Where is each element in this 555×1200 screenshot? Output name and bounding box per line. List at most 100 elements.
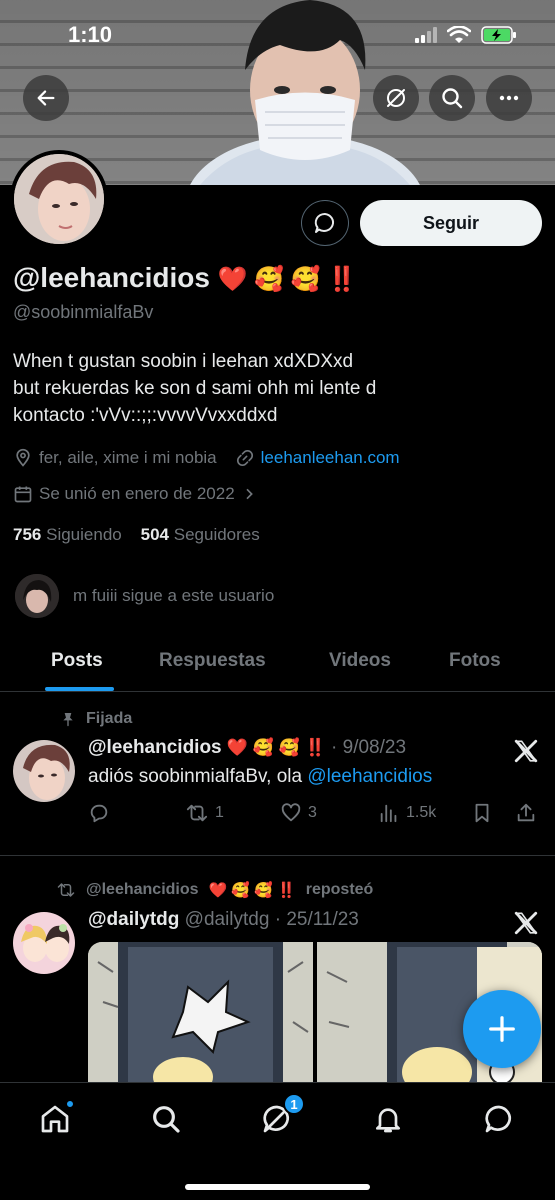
battery-charging-icon <box>481 26 516 44</box>
views-button[interactable]: 1.5k <box>378 802 436 824</box>
followers-count: 504 <box>140 525 170 544</box>
repost-icon <box>186 804 208 822</box>
more-button[interactable] <box>486 75 532 121</box>
follow-counts: 756 Siguiendo 504 Seguidores <box>13 525 260 545</box>
more-icon <box>499 95 519 101</box>
nav-grok[interactable]: 1 <box>259 1093 305 1137</box>
bookmark-button[interactable] <box>471 802 493 824</box>
followed-by-text: m fuiii sigue a este usuario <box>73 586 275 605</box>
post-author-name[interactable]: @dailytdg <box>88 909 179 930</box>
profile-bio: When t gustan soobin i leehan xdXDXxd bu… <box>13 348 533 429</box>
link-icon <box>236 449 253 467</box>
post-author-avatar[interactable] <box>13 912 75 974</box>
compose-button[interactable] <box>463 990 541 1068</box>
pin-icon <box>63 713 73 727</box>
lens-off-icon <box>387 89 405 107</box>
post-divider <box>0 855 555 856</box>
profile-location: fer, aile, xime i mi nobia <box>39 448 217 467</box>
message-button[interactable] <box>301 200 349 246</box>
profile-handle: @soobinmialfaBv <box>13 302 154 322</box>
profile-display-name: @leehancidios ❤️ 🥰 🥰 ‼️ <box>13 262 357 294</box>
pinned-label: Fijada <box>60 710 132 728</box>
search-button[interactable] <box>429 75 475 121</box>
repost-icon <box>57 883 75 897</box>
follow-button[interactable]: Seguir <box>360 200 542 246</box>
nav-notifications[interactable] <box>370 1101 406 1137</box>
like-button[interactable]: 3 <box>280 802 317 824</box>
media-image[interactable] <box>88 942 313 1082</box>
heart-icon <box>281 803 301 822</box>
nav-messages[interactable] <box>481 1101 517 1137</box>
active-tab-indicator <box>45 687 114 691</box>
joined-date: Se unió en enero de 2022 <box>39 484 235 503</box>
post-author-avatar[interactable] <box>13 740 75 802</box>
profile-website-link[interactable]: leehanleehan.com <box>261 448 400 468</box>
grok-button[interactable] <box>373 75 419 121</box>
display-name-text: @leehancidios <box>13 262 210 293</box>
arrow-left-icon <box>37 90 55 106</box>
display-name-emoji: ❤️ 🥰 🥰 ‼️ <box>217 266 358 293</box>
tab-photos[interactable]: Fotos <box>449 650 501 672</box>
message-bubble-icon <box>314 212 334 233</box>
following-label: Siguiendo <box>46 525 122 544</box>
post-author-emoji: ❤️ 🥰 🥰 ‼️ <box>226 738 326 757</box>
like-count: 3 <box>308 804 317 821</box>
share-button[interactable] <box>515 802 537 824</box>
post-mention-link[interactable]: @leehancidios <box>307 766 432 787</box>
chevron-right-icon <box>246 488 253 500</box>
repost-user-emoji: ❤️ 🥰 🥰 ‼️ <box>208 882 296 899</box>
followers-label: Seguidores <box>173 525 260 544</box>
post-body: adiós soobinmialfaBv, ola <box>88 766 308 787</box>
repost-count: 1 <box>215 804 224 821</box>
bell-icon <box>376 1108 400 1133</box>
tab-videos[interactable]: Videos <box>329 650 391 672</box>
search-icon <box>442 88 463 109</box>
profile-tabs: Posts Respuestas Videos Fotos <box>0 636 555 692</box>
x-logo-icon <box>514 739 538 763</box>
nav-search[interactable] <box>148 1101 184 1137</box>
home-indicator <box>185 1184 370 1190</box>
follower-avatar <box>15 574 59 618</box>
location-pin-icon <box>16 448 30 467</box>
back-button[interactable] <box>23 75 69 121</box>
repost-suffix: reposteó <box>305 881 374 898</box>
share-icon <box>517 803 535 822</box>
following-link[interactable]: 756 Siguiendo <box>13 525 122 544</box>
post-text: adiós soobinmialfaBv, ola @leehancidios <box>88 766 432 788</box>
plus-icon <box>489 1016 515 1042</box>
post-handle-date: @dailytdg · 25/11/23 <box>184 909 359 930</box>
bio-line: kontacto :'vVv::;;:vvvvVvxxddxd <box>13 405 278 426</box>
post-header: @leehancidios ❤️ 🥰 🥰 ‼️ · 9/08/23 <box>88 737 406 759</box>
repost-button[interactable]: 1 <box>185 802 224 824</box>
search-icon <box>153 1106 180 1133</box>
tab-posts[interactable]: Posts <box>51 650 103 672</box>
home-notification-dot <box>65 1099 75 1109</box>
bookmark-icon <box>475 803 489 823</box>
post-actions: 1 3 1.5k <box>88 802 538 828</box>
profile-avatar[interactable] <box>10 150 108 248</box>
views-chart-icon <box>380 804 397 823</box>
following-count: 756 <box>13 525 42 544</box>
reply-button[interactable] <box>88 802 110 824</box>
repost-context: @leehancidios ❤️ 🥰 🥰 ‼️ reposteó <box>56 881 373 899</box>
bottom-navigation: 1 <box>0 1082 555 1200</box>
followed-by-row[interactable]: m fuiii sigue a este usuario <box>15 574 274 618</box>
tab-replies[interactable]: Respuestas <box>159 650 266 672</box>
chat-bubble-icon <box>485 1105 511 1133</box>
pinned-text: Fijada <box>86 710 133 727</box>
messages-badge: 1 <box>283 1093 305 1115</box>
bio-line: When t gustan soobin i leehan xdXDXxd <box>13 351 354 372</box>
post-author-name[interactable]: @leehancidios <box>88 737 222 758</box>
status-time: 1:10 <box>68 22 113 47</box>
bio-line: but rekuerdas ke son d sami ohh mi lente… <box>13 378 377 399</box>
views-count: 1.5k <box>406 804 437 821</box>
wifi-icon <box>447 26 471 43</box>
post-date: · 9/08/23 <box>331 737 407 758</box>
calendar-icon <box>14 486 32 503</box>
followers-link[interactable]: 504 Seguidores <box>141 525 260 544</box>
nav-home[interactable] <box>37 1099 75 1137</box>
repost-user[interactable]: @leehancidios <box>86 881 199 899</box>
post-header: @dailytdg @dailytdg · 25/11/23 <box>88 909 359 931</box>
reply-icon <box>90 804 108 823</box>
profile-joined[interactable]: Se unió en enero de 2022 <box>13 484 257 504</box>
